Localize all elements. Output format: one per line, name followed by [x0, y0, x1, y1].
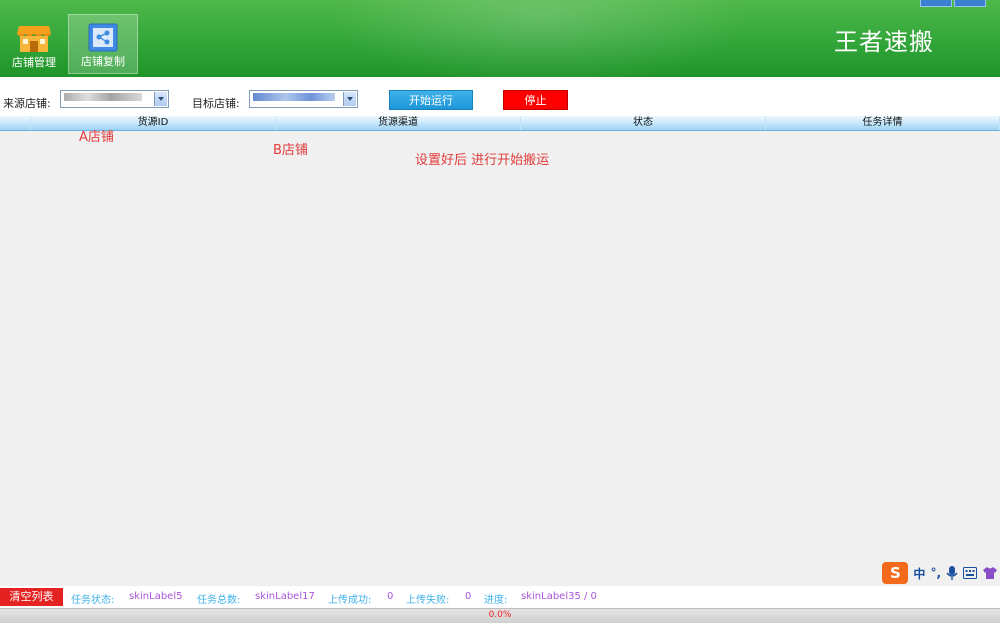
- target-shop-label: 目标店铺:: [192, 97, 240, 110]
- chevron-down-icon[interactable]: [343, 92, 356, 106]
- target-shop-value: [253, 93, 339, 105]
- skin-shirt-icon[interactable]: [982, 566, 998, 580]
- nav-shop-copy[interactable]: 店铺复制: [68, 14, 138, 74]
- task-total-value: skinLabel17: [255, 591, 315, 602]
- annotation-shop-b: B店铺: [273, 143, 308, 158]
- copy-shop-icon: [88, 23, 118, 52]
- upload-fail-label: 上传失败:: [406, 595, 450, 606]
- ime-punct-indicator[interactable]: °,: [930, 566, 941, 580]
- keyboard-icon[interactable]: [963, 567, 977, 579]
- microphone-icon[interactable]: [946, 565, 958, 581]
- col-header-source-id[interactable]: 货源ID: [31, 116, 276, 130]
- nav-shop-copy-label: 店铺复制: [81, 55, 125, 68]
- status-bar: 清空列表 任务状态: skinLabel5 任务总数: skinLabel17 …: [0, 586, 1000, 608]
- upload-success-label: 上传成功:: [328, 595, 372, 606]
- task-state-label: 任务状态:: [71, 595, 115, 606]
- progress-label: 进度:: [484, 595, 508, 606]
- app-title: 王者速搬: [834, 28, 934, 56]
- upload-success-value: 0: [387, 591, 394, 602]
- task-total-label: 任务总数:: [197, 595, 241, 606]
- upload-fail-value: 0: [465, 591, 472, 602]
- start-button[interactable]: 开始运行: [389, 90, 473, 110]
- annotation-instruction: 设置好后 进行开始搬运: [415, 153, 550, 168]
- grid-header: 货源ID 货源渠道 状态 任务详情: [0, 116, 1000, 131]
- source-shop-select[interactable]: [60, 90, 169, 108]
- task-state-value: skinLabel5: [129, 591, 183, 602]
- progress-percent: 0.0%: [488, 610, 512, 620]
- clear-list-button[interactable]: 清空列表: [0, 588, 63, 606]
- task-grid[interactable]: 货源ID 货源渠道 状态 任务详情 A店铺 B店铺 设置好后 进行开始搬运: [0, 116, 1000, 578]
- col-header-task-detail[interactable]: 任务详情: [766, 116, 1000, 130]
- chevron-down-icon[interactable]: [154, 92, 167, 106]
- row-header-corner: [0, 116, 31, 130]
- progress-value: skinLabel35 / 0: [521, 591, 597, 602]
- progress-bar: 0.0%: [0, 608, 1000, 623]
- annotation-shop-a: A店铺: [79, 130, 114, 145]
- header-glow: [330, 0, 750, 77]
- target-shop-select[interactable]: [249, 90, 358, 108]
- col-header-source-channel[interactable]: 货源渠道: [276, 116, 521, 130]
- shop-icon: [17, 26, 51, 52]
- stop-button[interactable]: 停止: [503, 90, 568, 110]
- nav-shop-manage[interactable]: 店铺管理: [0, 14, 68, 74]
- nav-shop-manage-label: 店铺管理: [12, 56, 56, 69]
- window-maximize-button[interactable]: [920, 0, 952, 7]
- toolbar: 来源店铺: 目标店铺: 开始运行 停止: [0, 77, 1000, 116]
- source-shop-label: 来源店铺:: [3, 97, 51, 110]
- col-header-status[interactable]: 状态: [521, 116, 766, 130]
- ime-toolbar: S 中 °,: [882, 562, 998, 584]
- ime-lang-indicator[interactable]: 中: [913, 565, 925, 582]
- sogou-logo-icon[interactable]: S: [882, 562, 909, 584]
- app-header: 店铺管理 店铺复制 王者速搬: [0, 0, 1000, 77]
- window-close-button[interactable]: [954, 0, 986, 7]
- source-shop-value: [64, 93, 150, 105]
